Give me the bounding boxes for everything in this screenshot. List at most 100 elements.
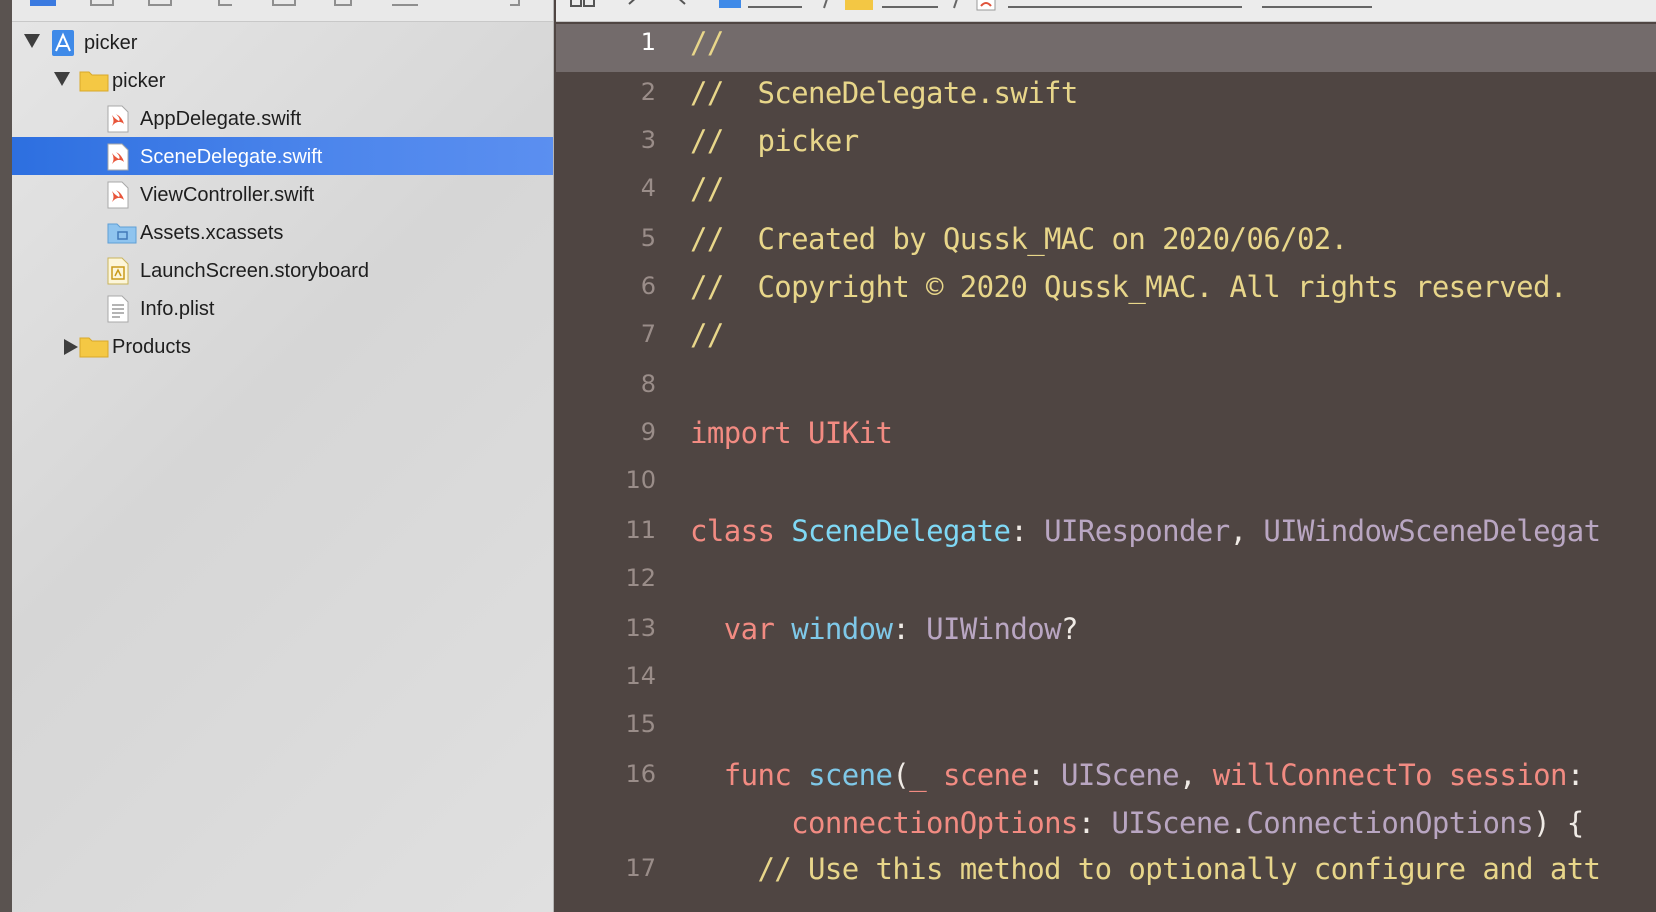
line-number: 4 xyxy=(640,174,656,202)
code-line[interactable]: 17 // Use this method to optionally conf… xyxy=(556,848,1656,888)
asset-catalog-icon xyxy=(106,219,138,250)
code-token-comment: // Use this method to optionally configu… xyxy=(690,852,1601,886)
breadcrumb-file-label[interactable] xyxy=(1008,0,1242,8)
project-navigator: picker picker AppDelegate.swift SceneDelega… xyxy=(0,0,554,912)
code-token-keyword: connectionOptions xyxy=(791,806,1078,840)
back-arrow-icon[interactable] xyxy=(626,0,640,8)
code-line[interactable]: 16 func scene(_ scene: UIScene, willConn… xyxy=(556,754,1656,794)
code-token-plain: , xyxy=(1179,758,1213,792)
code-text: class SceneDelegate: UIResponder, UIWind… xyxy=(690,514,1601,548)
code-token-plain: ( xyxy=(892,758,910,792)
code-token-type: UIResponder xyxy=(1044,514,1230,548)
issue-navigator-tab-icon[interactable] xyxy=(272,0,296,6)
code-line[interactable]: connectionOptions: UIScene.ConnectionOpt… xyxy=(556,802,1656,842)
tree-item-viewcontroller-swift[interactable]: ViewController.swift xyxy=(12,175,554,213)
tree-item-products[interactable]: Products xyxy=(12,327,554,365)
tree-item-label: Products xyxy=(112,336,191,358)
project-navigator-tab-icon[interactable] xyxy=(30,0,56,6)
tree-item-info-plist[interactable]: Info.plist xyxy=(12,289,554,327)
source-control-tab-icon[interactable] xyxy=(90,0,114,6)
code-line[interactable]: 8 xyxy=(556,364,1656,404)
code-line[interactable]: 9 import UIKit xyxy=(556,412,1656,452)
jump-bar xyxy=(556,0,1656,22)
swift-file-icon xyxy=(106,143,130,176)
code-token-plain: : xyxy=(1077,806,1112,840)
code-token-keyword: func xyxy=(723,758,792,792)
code-token-keyword: willConnectTo session xyxy=(1212,758,1568,792)
code-token-class: SceneDelegate xyxy=(791,514,1011,548)
code-token-plain: , xyxy=(1229,514,1264,548)
code-text: // picker xyxy=(690,124,859,158)
code-token-comment: // SceneDelegate.swift xyxy=(690,76,1078,110)
line-number: 12 xyxy=(625,564,656,592)
related-items-icon[interactable] xyxy=(570,0,596,8)
code-text: import UIKit xyxy=(690,416,893,450)
breadcrumb-project-label[interactable] xyxy=(748,0,802,8)
code-token-plain: : xyxy=(1027,758,1062,792)
code-text: // Use this method to optionally configu… xyxy=(690,852,1601,886)
code-line[interactable]: 2 // SceneDelegate.swift xyxy=(556,72,1656,112)
tree-item-label: Assets.xcassets xyxy=(140,222,284,244)
tree-item-label: picker xyxy=(112,70,166,92)
line-number: 16 xyxy=(625,760,656,788)
disclosure-triangle-open-icon[interactable] xyxy=(54,72,70,86)
debug-navigator-tab-icon[interactable] xyxy=(392,0,418,6)
tree-item-assets-xcassets[interactable]: Assets.xcassets xyxy=(12,213,554,251)
pane-divider[interactable] xyxy=(553,0,554,912)
folder-icon xyxy=(78,67,110,98)
code-token-keyword: class xyxy=(690,514,775,548)
breadcrumb-file-icon[interactable] xyxy=(976,0,998,12)
code-line[interactable]: 14 xyxy=(556,656,1656,696)
code-line[interactable]: 6 // Copyright © 2020 Qussk_MAC. All righ… xyxy=(556,266,1656,306)
find-navigator-tab-icon[interactable] xyxy=(218,0,232,6)
xcode-project-icon xyxy=(50,29,76,62)
code-token-comment: // xyxy=(690,26,724,60)
code-token-comment: // xyxy=(690,172,724,206)
breadcrumb-symbol-label[interactable] xyxy=(1262,0,1372,8)
code-token-type: ConnectionOptions xyxy=(1246,806,1534,840)
code-text: // Created by Qussk_MAC on 2020/06/02. xyxy=(690,222,1348,256)
code-token-comment: // Copyright © 2020 Qussk_MAC. All right… xyxy=(690,270,1567,304)
breadcrumb-folder-icon[interactable] xyxy=(844,0,874,12)
forward-arrow-icon[interactable] xyxy=(674,0,688,8)
line-number: 9 xyxy=(640,418,656,446)
code-line[interactable]: 10 xyxy=(556,460,1656,500)
breadcrumb-separator-icon xyxy=(823,0,828,9)
symbol-navigator-tab-icon[interactable] xyxy=(148,0,172,6)
code-token-plain: : xyxy=(892,612,927,646)
disclosure-triangle-open-icon[interactable] xyxy=(24,34,40,48)
report-navigator-tab-icon[interactable] xyxy=(510,0,520,6)
code-line[interactable]: 12 xyxy=(556,558,1656,598)
code-token-type: UIWindowSceneDelegat xyxy=(1263,514,1601,548)
tree-item-scenedelegate-swift[interactable]: SceneDelegate.swift xyxy=(12,137,554,175)
tree-item-label: picker xyxy=(84,32,138,54)
code-line[interactable]: 7 // xyxy=(556,314,1656,354)
tree-item-picker[interactable]: picker xyxy=(12,23,554,61)
code-line[interactable]: 3 // picker xyxy=(556,120,1656,160)
breadcrumb-folder-label[interactable] xyxy=(882,0,938,8)
code-line[interactable]: 5 // Created by Qussk_MAC on 2020/06/02. xyxy=(556,218,1656,258)
code-line[interactable]: 1 // xyxy=(556,22,1656,62)
tree-item-appdelegate-swift[interactable]: AppDelegate.swift xyxy=(12,99,554,137)
line-number: 17 xyxy=(625,854,656,882)
code-token-type: UIScene xyxy=(1111,806,1231,840)
code-token-plain: ? xyxy=(1061,612,1078,646)
line-number: 14 xyxy=(625,662,656,690)
source-editor[interactable]: 1 // 2 // SceneDelegate.swift 3 // picker 4 // 5… xyxy=(556,22,1656,912)
breadcrumb-project-icon[interactable] xyxy=(718,0,744,10)
disclosure-triangle-closed-icon[interactable] xyxy=(64,339,78,355)
tree-item-picker[interactable]: picker xyxy=(12,61,554,99)
code-text: var window: UIWindow? xyxy=(690,612,1079,646)
code-line[interactable]: 11 class SceneDelegate: UIResponder, UIWi… xyxy=(556,510,1656,550)
code-line[interactable]: 15 xyxy=(556,704,1656,744)
code-token-prop: window xyxy=(791,612,893,646)
test-navigator-tab-icon[interactable] xyxy=(334,0,352,6)
code-line[interactable]: 4 // xyxy=(556,168,1656,208)
code-line[interactable]: 13 var window: UIWindow? xyxy=(556,608,1656,648)
tree-item-launchscreen-storyboard[interactable]: LaunchScreen.storyboard xyxy=(12,251,554,289)
code-text: // SceneDelegate.swift xyxy=(690,76,1078,110)
navigator-toolbar xyxy=(12,0,554,22)
